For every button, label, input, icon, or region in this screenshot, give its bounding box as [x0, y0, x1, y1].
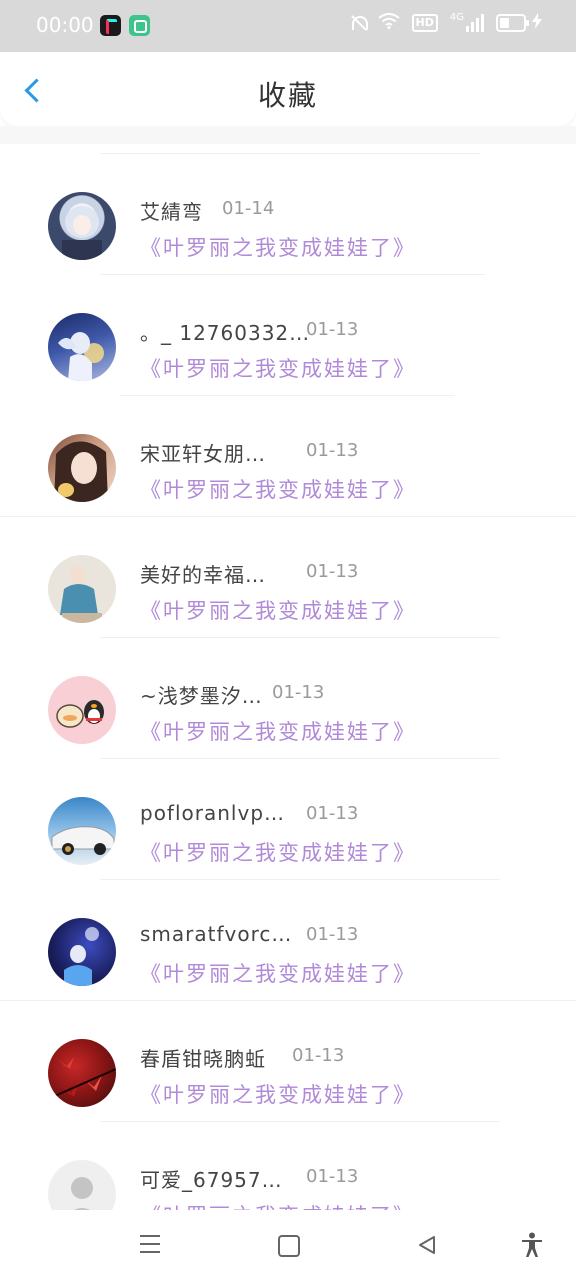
book-title[interactable]: 《叶罗丽之我变成娃娃了》 [140, 595, 416, 625]
avatar[interactable] [48, 918, 116, 986]
status-bar: 00:00 HD 4G [0, 0, 576, 52]
list-item[interactable]: pofloranlvp… 01-13 《叶罗丽之我变成娃娃了》 [0, 749, 576, 880]
user-name: 春盾钳晓朒蚯 [140, 1047, 266, 1071]
user-name: 宋亚轩女朋… [140, 442, 266, 466]
back-triangle-icon[interactable] [416, 1234, 438, 1256]
book-title[interactable]: 《叶罗丽之我变成娃娃了》 [140, 474, 416, 504]
list-item[interactable]: 宋亚轩女朋… 01-13 《叶罗丽之我变成娃娃了》 [0, 386, 576, 517]
book-title[interactable]: 《叶罗丽之我变成娃娃了》 [140, 958, 416, 988]
charging-icon [532, 13, 542, 33]
mute-bell-icon [350, 14, 368, 32]
status-time: 00:00 [36, 13, 94, 37]
avatar[interactable] [48, 1039, 116, 1107]
list-item[interactable]: smaratfvorc… 01-13 《叶罗丽之我变成娃娃了》 [0, 870, 576, 1001]
home-icon[interactable] [278, 1235, 300, 1257]
user-name: smaratfvorc… [140, 922, 293, 946]
favorite-date: 01-13 [306, 1166, 359, 1187]
list-item[interactable]: 美好的幸福… 01-13 《叶罗丽之我变成娃娃了》 [0, 507, 576, 638]
avatar[interactable] [48, 313, 116, 381]
favorites-list[interactable]: 艾綪弯 01-14 《叶罗丽之我变成娃娃了》 。_ 12760332… 01-1… [0, 144, 576, 1210]
book-title[interactable]: 《叶罗丽之我变成娃娃了》 [140, 1079, 416, 1109]
book-title[interactable]: 《叶罗丽之我变成娃娃了》 [140, 716, 416, 746]
app-notification-icon [129, 15, 150, 36]
hd-badge: HD [411, 14, 438, 32]
list-item[interactable]: 可爱_67957… 01-13 《叶罗丽之我变成娃娃了》 [0, 1112, 576, 1210]
menu-icon[interactable] [140, 1235, 162, 1255]
avatar[interactable] [48, 797, 116, 865]
favorite-date: 01-13 [272, 682, 325, 703]
book-title[interactable]: 《叶罗丽之我变成娃娃了》 [140, 232, 416, 262]
list-item[interactable]: ~浅梦墨汐… 01-13 《叶罗丽之我变成娃娃了》 [0, 628, 576, 759]
avatar[interactable] [48, 434, 116, 502]
favorite-date: 01-13 [306, 924, 359, 945]
list-item[interactable]: 春盾钳晓朒蚯 01-13 《叶罗丽之我变成娃娃了》 [0, 991, 576, 1122]
list-item[interactable]: 艾綪弯 01-14 《叶罗丽之我变成娃娃了》 [0, 144, 576, 275]
favorite-date: 01-13 [306, 803, 359, 824]
avatar[interactable] [48, 676, 116, 744]
user-name: 可爱_67957… [140, 1168, 283, 1192]
book-title[interactable]: 《叶罗丽之我变成娃娃了》 [140, 353, 416, 383]
book-title[interactable]: 《叶罗丽之我变成娃娃了》 [140, 837, 416, 867]
book-title[interactable]: 《叶罗丽之我变成娃娃了》 [140, 1200, 416, 1210]
header-spacer [0, 126, 576, 144]
user-name: 。_ 12760332… [140, 321, 311, 345]
system-nav-bar [0, 1210, 576, 1280]
user-name: 美好的幸福… [140, 563, 266, 587]
page-header: 收藏 [0, 52, 576, 126]
network-type: 4G [449, 11, 464, 23]
favorite-date: 01-13 [306, 440, 359, 461]
favorite-date: 01-13 [292, 1045, 345, 1066]
battery-icon [496, 14, 529, 32]
user-name: 艾綪弯 [140, 200, 203, 224]
user-name: pofloranlvp… [140, 801, 286, 825]
user-name: ~浅梦墨汐… [140, 684, 263, 708]
list-item[interactable]: 。_ 12760332… 01-13 《叶罗丽之我变成娃娃了》 [0, 265, 576, 396]
favorite-date: 01-13 [306, 561, 359, 582]
avatar[interactable] [48, 192, 116, 260]
favorite-date: 01-13 [306, 319, 359, 340]
accessibility-icon[interactable] [520, 1232, 544, 1258]
favorite-date: 01-14 [222, 198, 275, 219]
signal-icon [466, 14, 484, 32]
tiktok-notification-icon [100, 15, 121, 36]
page-title: 收藏 [257, 79, 318, 112]
default-avatar[interactable] [48, 1160, 116, 1210]
wifi-icon [377, 13, 400, 33]
avatar[interactable] [48, 555, 116, 623]
